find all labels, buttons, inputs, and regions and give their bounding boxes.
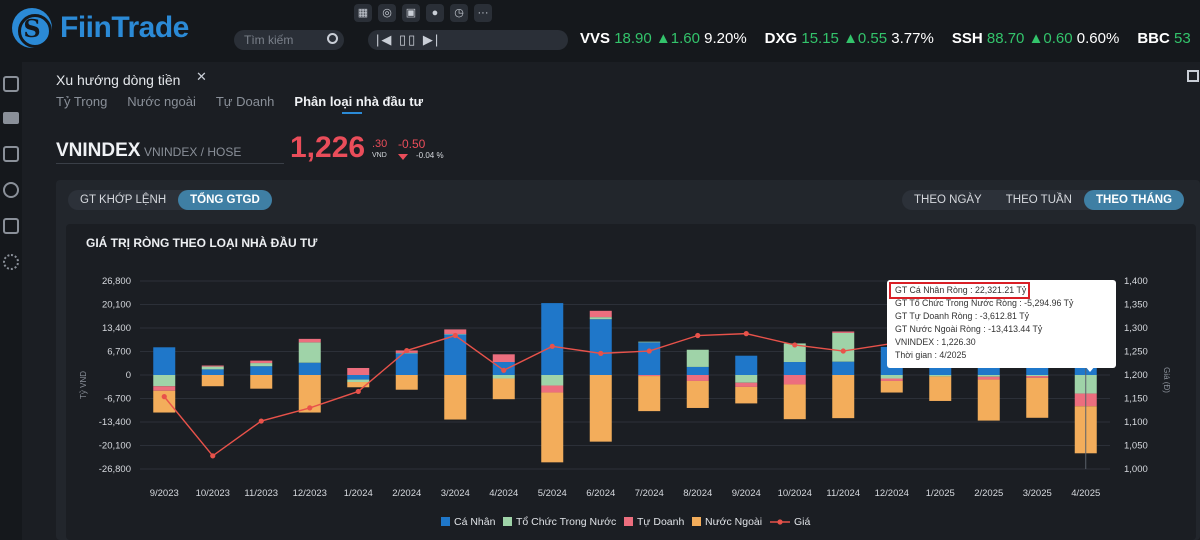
more-icon[interactable]: ··· (474, 4, 492, 22)
search-input[interactable]: Tìm kiếm (234, 30, 344, 50)
price-ticker: VVS 18.90 ▲1.60 9.20% DXG 15.15 ▲0.55 3.7… (580, 30, 1191, 47)
index-value: 1,226 (290, 131, 366, 164)
ticker-pct: 9.20% (704, 30, 747, 47)
document-icon[interactable] (3, 218, 19, 234)
toggle-left-1[interactable]: TỔNG GTGD (178, 190, 272, 210)
toolbar-icons: ▦ ◎ ▣ ● ◷ ··· (354, 4, 492, 22)
search-placeholder: Tìm kiếm (244, 33, 294, 47)
tab-2[interactable]: Tự Doanh (216, 94, 275, 109)
active-tab-underline (342, 112, 362, 114)
index-name: VNINDEX (56, 140, 141, 161)
ticker-pct: 3.77% (891, 30, 934, 47)
ticker-price: 53 (1174, 30, 1191, 47)
tooltip-line: GT Tự Doanh Ròng : -3,612.81 Tỷ (895, 311, 1030, 321)
ticker-price: 15.15 (801, 30, 839, 47)
top-bar: FiinTrade ▦ ◎ ▣ ● ◷ ··· Tìm kiếm |◀ ▯▯ ▶… (0, 0, 1200, 62)
ticker-symbol: BBC (1137, 30, 1170, 47)
clock-icon[interactable]: ◷ (450, 4, 468, 22)
ticker-price: 18.90 (614, 30, 652, 47)
gift-icon[interactable]: ▣ (402, 4, 420, 22)
tab-0[interactable]: Tỷ Trọng (56, 94, 107, 109)
columns-icon[interactable] (3, 112, 19, 124)
tab-3[interactable]: Phân loại nhà đầu tư (294, 94, 423, 109)
ticker-item[interactable]: VVS 18.90 ▲1.60 9.20% (580, 30, 747, 47)
toggle-right-2[interactable]: THEO THÁNG (1083, 190, 1185, 210)
gear-icon[interactable] (3, 254, 19, 270)
search-icon[interactable] (327, 33, 338, 44)
tooltip-highlight-box (889, 282, 1030, 299)
close-icon[interactable]: ✕ (196, 69, 207, 85)
logo-mark-icon (12, 8, 52, 48)
app-logo[interactable]: FiinTrade (12, 8, 189, 48)
media-controls[interactable]: |◀ ▯▯ ▶| (368, 30, 568, 50)
expand-icon[interactable] (1187, 70, 1199, 82)
index-change: -0.50 (398, 137, 426, 151)
ticker-change: ▲0.55 (843, 30, 888, 47)
ticker-symbol: DXG (764, 30, 798, 47)
tooltip-line: Thời gian : 4/2025 (895, 350, 967, 360)
chart-area (66, 224, 1196, 540)
logo-text: FiinTrade (60, 11, 189, 44)
period-toggle: THEO NGÀY THEO TUẦN THEO THÁNG (902, 190, 1185, 210)
panel-tabs: Tỷ Trọng Nước ngoài Tự Doanh Phân loại nhà … (56, 94, 423, 109)
ticker-pct: 0.60% (1076, 30, 1120, 47)
table-icon[interactable]: ▦ (354, 4, 372, 22)
index-divider (56, 163, 284, 164)
ticker-price: 88.70 (986, 30, 1025, 47)
chart-title: GIÁ TRỊ RÒNG THEO LOẠI NHÀ ĐẦU TƯ (86, 236, 318, 250)
tooltip-pointer (1085, 366, 1095, 372)
left-sidebar (0, 62, 22, 540)
dot-icon[interactable]: ● (426, 4, 444, 22)
panel-title: Xu hướng dòng tiền (56, 72, 181, 88)
index-unit: VND (372, 152, 387, 159)
ticker-change: ▲0.60 (1028, 30, 1073, 47)
ticker-symbol: VVS (580, 30, 611, 47)
tab-1[interactable]: Nước ngoài (127, 94, 196, 109)
index-exchange: VNINDEX / HOSE (144, 145, 242, 159)
window-icon[interactable] (3, 76, 19, 92)
value-type-toggle: GT KHỚP LỆNH TỔNG GTGD (68, 190, 272, 210)
down-arrow-icon (398, 154, 408, 160)
refresh-icon[interactable] (3, 182, 19, 198)
index-decimal: .30 (372, 138, 388, 150)
toggle-right-1[interactable]: THEO TUẦN (994, 190, 1084, 210)
toggle-right-0[interactable]: THEO NGÀY (902, 190, 994, 210)
ticker-symbol: SSH (951, 30, 983, 47)
tooltip-line: GT Nước Ngoài Ròng : -13,413.44 Tỷ (895, 324, 1043, 334)
ticker-item[interactable]: DXG 15.15 ▲0.55 3.77% (765, 30, 934, 47)
index-change-pct: -0.04 % (416, 151, 444, 160)
tooltip-line: VNINDEX : 1,226.30 (895, 337, 976, 347)
search-zoom-icon[interactable]: ◎ (378, 4, 396, 22)
save-icon[interactable] (3, 146, 19, 162)
toggle-left-0[interactable]: GT KHỚP LỆNH (68, 190, 178, 210)
ticker-item[interactable]: BBC 53 (1137, 30, 1190, 47)
ticker-change: ▲1.60 (655, 30, 700, 47)
ticker-item[interactable]: SSH 88.70 ▲0.60 0.60% (952, 30, 1120, 47)
